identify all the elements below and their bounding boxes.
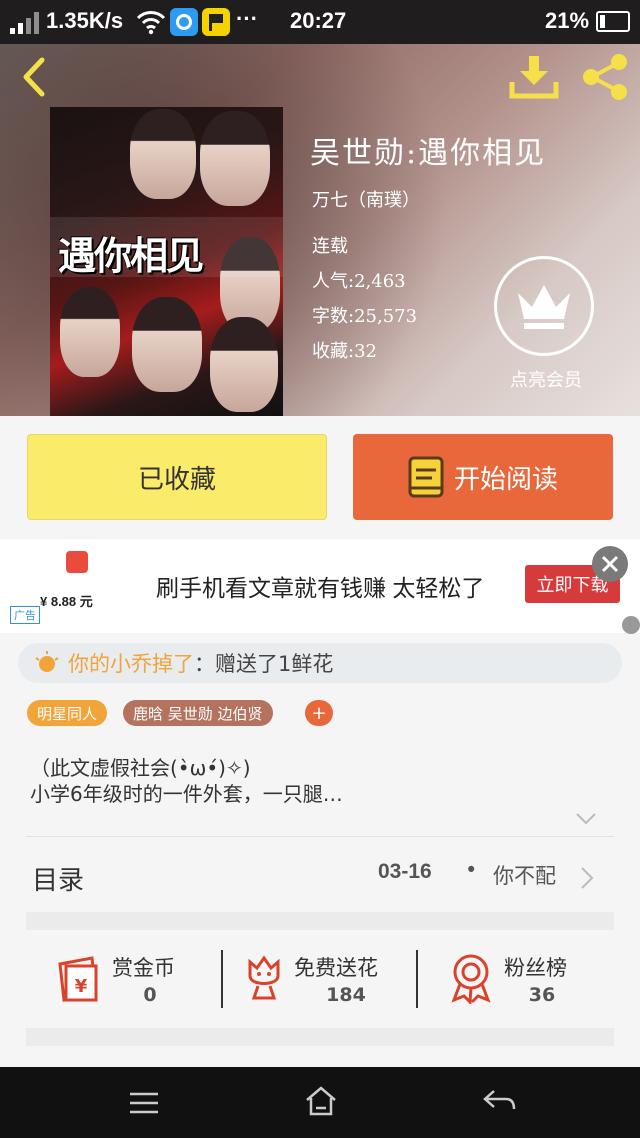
notification-flag-icon bbox=[202, 8, 230, 36]
chevron-right-icon bbox=[581, 867, 594, 889]
ad-text: 刷手机看文章就有钱赚 太轻松了 bbox=[156, 575, 485, 601]
medal-icon bbox=[451, 954, 491, 1004]
book-intro[interactable]: （此文虚假社会(•̀ω•́)✧) 小学6年级时的一件外套，一只腿… bbox=[30, 755, 343, 807]
stat-coins[interactable]: ¥ 赏金币 0 bbox=[54, 948, 204, 1010]
battery-icon bbox=[596, 11, 630, 32]
divider bbox=[26, 836, 614, 837]
close-icon[interactable] bbox=[592, 546, 628, 582]
book-favorites: 收藏:32 bbox=[312, 341, 377, 362]
stat-flowers[interactable]: 免费送花 184 bbox=[244, 948, 404, 1010]
nav-back-icon[interactable] bbox=[482, 1087, 516, 1115]
stat-separator bbox=[221, 950, 223, 1008]
menu-icon[interactable] bbox=[128, 1091, 160, 1115]
back-arrow-icon[interactable] bbox=[18, 56, 50, 98]
ad-badge: 广告 bbox=[10, 606, 40, 624]
download-icon[interactable] bbox=[509, 54, 559, 100]
book-icon bbox=[408, 456, 444, 498]
stat-fans[interactable]: 粉丝榜 36 bbox=[450, 948, 590, 1010]
start-reading-button[interactable]: 开始阅读 bbox=[353, 434, 613, 520]
stat-flowers-label: 免费送花 bbox=[294, 956, 378, 980]
start-reading-label: 开始阅读 bbox=[453, 464, 558, 495]
book-author[interactable]: 万七（南璞） bbox=[312, 186, 420, 212]
section-separator bbox=[26, 912, 614, 930]
ad-banner[interactable]: ¥ 8.88 元 广告 刷手机看文章就有钱赚 太轻松了 立即下载 bbox=[0, 539, 640, 633]
flower-icon bbox=[248, 955, 280, 1000]
crown-icon bbox=[518, 285, 570, 329]
stat-separator bbox=[416, 950, 418, 1008]
ad-price: ¥ 8.88 元 bbox=[40, 594, 93, 609]
favorited-button[interactable]: 已收藏 bbox=[27, 434, 327, 520]
share-icon[interactable] bbox=[580, 53, 630, 101]
home-icon[interactable] bbox=[304, 1085, 338, 1117]
gift-action: ：赠送了1鲜花 bbox=[194, 652, 334, 676]
intro-line-1: （此文虚假社会(•̀ω•́)✧) bbox=[30, 756, 251, 780]
vip-button[interactable] bbox=[494, 256, 594, 356]
system-nav-bar bbox=[0, 1067, 640, 1138]
book-status: 连载 bbox=[312, 236, 348, 257]
ad-info-icon bbox=[622, 616, 640, 634]
toc-latest-chapter: 你不配 bbox=[493, 864, 556, 888]
toc-bullet: • bbox=[465, 858, 478, 882]
vip-label[interactable]: 点亮会员 bbox=[498, 366, 594, 392]
stat-fans-label: 粉丝榜 bbox=[504, 956, 567, 980]
stat-fans-value: 36 bbox=[528, 984, 556, 1006]
notification-app-icon bbox=[170, 8, 198, 36]
favorited-label: 已收藏 bbox=[137, 464, 216, 495]
stat-flowers-value: 184 bbox=[326, 984, 366, 1006]
status-bar: 1.35K/s ··· 20:27 21% bbox=[0, 0, 640, 44]
book-popularity: 人气:2,463 bbox=[312, 271, 406, 292]
wifi-icon bbox=[136, 11, 166, 35]
clock: 20:27 bbox=[290, 8, 347, 33]
battery-percent: 21% bbox=[545, 8, 590, 33]
more-notifications: ··· bbox=[236, 6, 258, 31]
ad-app-logo bbox=[66, 551, 88, 573]
bulb-icon bbox=[35, 651, 59, 672]
cover-title: 遇你相见 bbox=[58, 233, 204, 278]
gift-feed: 你的小乔掉了 ：赠送了1鲜花 bbox=[18, 643, 622, 683]
tag-characters[interactable]: 鹿晗 吴世勋 边伯贤 bbox=[123, 700, 273, 726]
stat-coins-label: 赏金币 bbox=[112, 956, 175, 980]
book-title: 吴世勋:遇你相见 bbox=[310, 136, 547, 171]
section-separator bbox=[26, 1028, 614, 1046]
toc-date: 03-16 bbox=[378, 860, 432, 883]
tag-genre[interactable]: 明星同人 bbox=[27, 700, 108, 726]
book-cover[interactable]: 遇你相见 bbox=[50, 107, 283, 416]
tag-add-button[interactable]: + bbox=[305, 700, 333, 726]
coin-envelope-icon: ¥ bbox=[58, 956, 98, 1002]
chevron-down-icon[interactable] bbox=[575, 812, 597, 826]
stat-coins-value: 0 bbox=[143, 984, 157, 1006]
intro-line-2: 小学6年级时的一件外套，一只腿… bbox=[30, 782, 343, 806]
signal-icon bbox=[10, 12, 39, 34]
book-word-count: 字数:25,573 bbox=[312, 306, 418, 327]
gift-user: 你的小乔掉了 bbox=[68, 652, 194, 676]
svg-text:¥: ¥ bbox=[75, 976, 88, 997]
toc-row[interactable]: 目录 03-16 • 你不配 bbox=[26, 846, 614, 904]
toc-label: 目录 bbox=[32, 866, 85, 896]
network-speed: 1.35K/s bbox=[46, 8, 124, 33]
